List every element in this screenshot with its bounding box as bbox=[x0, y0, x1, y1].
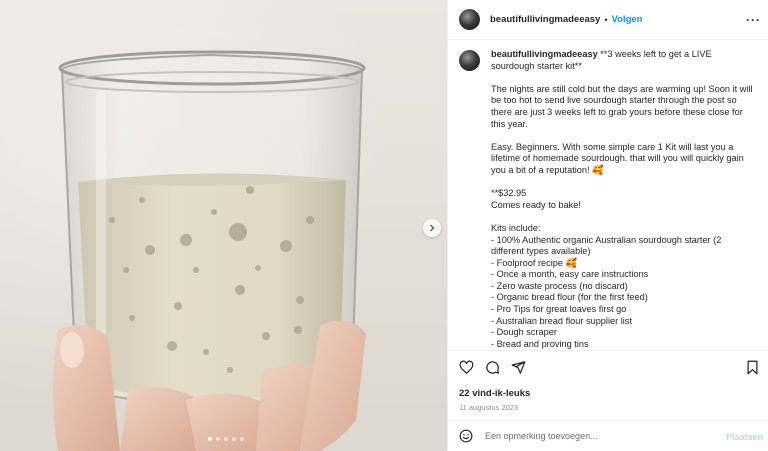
post-media[interactable] bbox=[0, 0, 447, 451]
caption-body: **3 weeks left to get a LIVE sourdough s… bbox=[491, 49, 753, 349]
caption: beautifullivingmadeeasy **3 weeks left t… bbox=[491, 49, 753, 350]
share-icon[interactable] bbox=[511, 360, 526, 375]
caption-scroll-area[interactable]: beautifullivingmadeeasy **3 weeks left t… bbox=[448, 41, 768, 350]
post-comment-button[interactable]: Plaatsen bbox=[726, 432, 763, 442]
username-link[interactable]: beautifullivingmadeeasy bbox=[490, 14, 600, 25]
bookmark-button[interactable] bbox=[745, 360, 760, 375]
heart-icon[interactable] bbox=[459, 360, 474, 375]
likes-count[interactable]: 22 vind-ik-leuks bbox=[459, 388, 530, 399]
avatar[interactable] bbox=[459, 50, 480, 71]
caption-username[interactable]: beautifullivingmadeeasy bbox=[491, 49, 598, 59]
comment-bar: Plaatsen bbox=[448, 420, 768, 451]
more-options-icon[interactable]: ··· bbox=[746, 13, 761, 27]
carousel-next-button[interactable] bbox=[423, 219, 441, 237]
action-icons bbox=[459, 360, 526, 375]
comment-input[interactable] bbox=[485, 431, 705, 441]
sourdough-jar-photo bbox=[53, 50, 366, 451]
carousel-dot bbox=[208, 437, 212, 441]
caption-row: beautifullivingmadeeasy **3 weeks left t… bbox=[459, 49, 758, 350]
post-header: beautifullivingmadeeasy • Volgen ··· bbox=[448, 0, 768, 40]
carousel-dot bbox=[240, 437, 244, 441]
carousel-dot bbox=[232, 437, 236, 441]
post-date: 11 augustus 2023 bbox=[459, 403, 519, 412]
follow-button[interactable]: Volgen bbox=[612, 14, 643, 25]
post-side-panel: beautifullivingmadeeasy • Volgen ··· bea… bbox=[447, 0, 768, 451]
bookmark-icon bbox=[747, 360, 758, 375]
chevron-right-icon bbox=[430, 224, 435, 232]
carousel-dot bbox=[216, 437, 220, 441]
comment-icon[interactable] bbox=[485, 360, 500, 375]
carousel-dots bbox=[208, 437, 244, 441]
header-separator: • bbox=[604, 14, 608, 25]
carousel-dot bbox=[224, 437, 228, 441]
avatar[interactable] bbox=[459, 9, 480, 30]
emoji-icon[interactable] bbox=[459, 429, 473, 443]
